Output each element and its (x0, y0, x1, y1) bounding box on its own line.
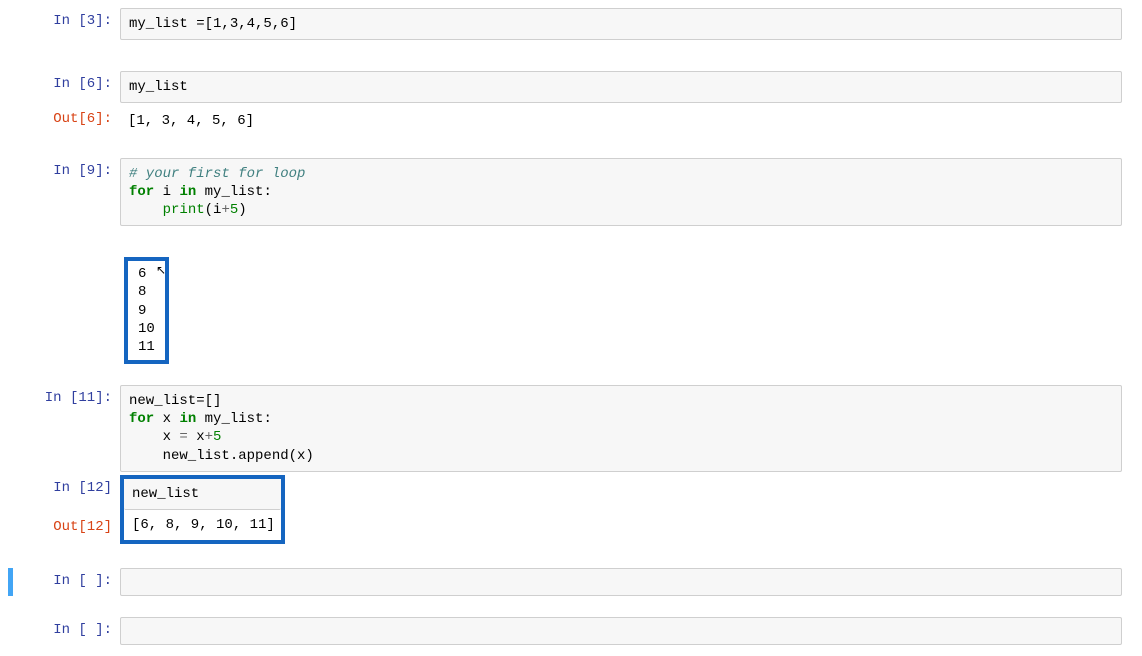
code-input[interactable]: # your first for loop for i in my_list: … (120, 158, 1122, 227)
input-prompt: In [12] (10, 475, 120, 501)
code-cell: In [9]: # your first for loop for i in m… (10, 158, 1122, 227)
code-input[interactable]: my_list (120, 71, 1122, 103)
code-input[interactable] (120, 568, 1122, 596)
cell-output: 6 8 9 10 11 (132, 263, 161, 358)
code-number: 5 (230, 202, 238, 218)
empty-prompt (10, 257, 120, 265)
cell-output: [1, 3, 4, 5, 6] (120, 106, 1122, 136)
input-prompt: In [9]: (10, 158, 120, 184)
code-text: new_list=[] (129, 393, 221, 409)
code-text: ) (238, 202, 246, 218)
keyword-for: for (129, 184, 154, 200)
code-input[interactable]: new_list=[] for x in my_list: x = x+5 ne… (120, 385, 1122, 472)
cell-output: [6, 8, 9, 10, 11] (124, 510, 281, 540)
code-text: x (188, 429, 205, 445)
output-prompt: Out[6]: (10, 106, 120, 132)
output-prompt: Out[12] (10, 514, 120, 540)
builtin-print: print (163, 202, 205, 218)
code-cell: In [11]: new_list=[] for x in my_list: x… (10, 385, 1122, 472)
output-row: 6 8 9 10 11 ↖ (10, 257, 1122, 364)
input-prompt: In [6]: (10, 71, 120, 97)
code-op: + (205, 429, 213, 445)
code-text: (i (205, 202, 222, 218)
code-input[interactable]: new_list (124, 479, 281, 510)
code-cell: In [ ]: (10, 617, 1122, 645)
input-prompt: In [11]: (10, 385, 120, 411)
code-text: new_list.append(x) (129, 448, 314, 464)
code-cell: In [3]: my_list =[1,3,4,5,6] (10, 8, 1122, 40)
keyword-in: in (179, 184, 196, 200)
output-row: Out[6]: [1, 3, 4, 5, 6] (10, 106, 1122, 136)
annotation-highlight-box: new_list [6, 8, 9, 10, 11] (120, 475, 285, 544)
code-cell-selected[interactable]: In [ ]: (10, 568, 1122, 596)
code-text: x (154, 411, 179, 427)
code-text (129, 202, 163, 218)
input-prompt: In [ ]: (10, 617, 120, 643)
code-cell: In [12] new_list [6, 8, 9, 10, 11] (10, 475, 1122, 544)
code-number: 5 (213, 429, 221, 445)
code-op: = (179, 429, 187, 445)
keyword-in: in (179, 411, 196, 427)
code-cell: In [6]: my_list (10, 71, 1122, 103)
code-comment: # your first for loop (129, 166, 305, 182)
code-input[interactable] (120, 617, 1122, 645)
input-prompt: In [ ]: (10, 568, 120, 594)
code-text: my_list: (196, 184, 272, 200)
code-op: + (221, 202, 229, 218)
code-input[interactable]: my_list =[1,3,4,5,6] (120, 8, 1122, 40)
keyword-for: for (129, 411, 154, 427)
code-text: i (154, 184, 179, 200)
annotation-highlight-box: 6 8 9 10 11 (124, 257, 169, 364)
input-prompt: In [3]: (10, 8, 120, 34)
code-text: x (129, 429, 179, 445)
code-text: my_list: (196, 411, 272, 427)
